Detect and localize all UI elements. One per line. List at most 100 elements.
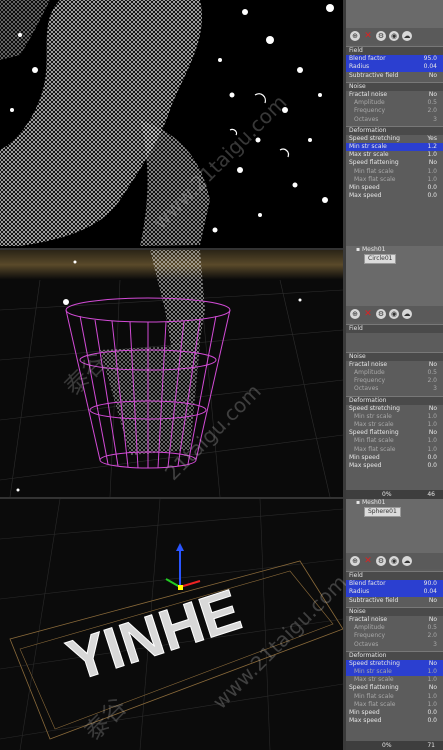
section-header[interactable]: Noise [346, 606, 443, 616]
property-row[interactable]: Blend factor 95.0 [346, 55, 443, 64]
property-row[interactable]: Min str scale 1.0 [346, 668, 443, 677]
section-header[interactable]: Deformation [346, 650, 443, 660]
property-value[interactable]: 90.0 [424, 580, 437, 588]
property-value[interactable]: 3 [433, 641, 437, 649]
property-row[interactable]: Max speed 0.0 [346, 192, 443, 200]
property-row[interactable] [346, 341, 443, 349]
property-row[interactable]: Frequency 2.0 [346, 632, 443, 640]
property-row[interactable]: Octaves 3 [346, 385, 443, 393]
viewport-splash[interactable] [0, 0, 343, 248]
property-value[interactable]: 2.0 [427, 632, 437, 640]
property-value[interactable]: No [429, 616, 437, 624]
property-value[interactable]: No [429, 684, 437, 692]
section-header[interactable]: Field [346, 324, 443, 334]
property-value[interactable]: 0.0 [427, 192, 437, 200]
gear-icon[interactable]: ⚙ [376, 556, 386, 566]
cloud-icon[interactable]: ☁ [402, 31, 412, 41]
property-value[interactable]: 1.2 [427, 143, 437, 151]
property-value[interactable]: 0.0 [427, 709, 437, 717]
globe-icon[interactable]: ⊕ [350, 309, 360, 319]
property-row[interactable]: Max speed 0.0 [346, 462, 443, 470]
property-value[interactable]: 1.0 [427, 168, 437, 176]
viewport-glass[interactable] [0, 250, 343, 497]
property-value[interactable]: No [429, 361, 437, 369]
eye-icon[interactable]: ◉ [389, 556, 399, 566]
property-value[interactable]: 0.5 [427, 99, 437, 107]
property-value[interactable]: 0.0 [427, 184, 437, 192]
globe-icon[interactable]: ⊕ [350, 31, 360, 41]
property-row[interactable]: Max str scale 1.0 [346, 676, 443, 684]
property-row[interactable]: Speed stretching Yes [346, 135, 443, 143]
section-header[interactable]: Field [346, 571, 443, 581]
property-value[interactable]: 1.0 [427, 701, 437, 709]
eye-icon[interactable]: ◉ [389, 309, 399, 319]
property-row[interactable]: Frequency 2.0 [346, 107, 443, 115]
property-row[interactable]: Min str scale 1.0 [346, 413, 443, 421]
property-row[interactable]: Min flat scale 1.0 [346, 168, 443, 176]
property-row[interactable]: Max flat scale 1.0 [346, 701, 443, 709]
property-value[interactable]: Yes [427, 135, 437, 143]
tree-node-child[interactable]: Circle01 [346, 254, 443, 264]
property-row[interactable]: Min flat scale 1.0 [346, 437, 443, 445]
property-value[interactable]: 1.0 [427, 176, 437, 184]
property-row[interactable]: Blend factor 90.0 [346, 580, 443, 589]
property-row[interactable]: Speed stretching No [346, 659, 443, 669]
property-row[interactable]: Octaves 3 [346, 116, 443, 124]
property-row[interactable]: Amplitude 0.5 [346, 99, 443, 107]
property-row[interactable]: Speed flattening No [346, 159, 443, 167]
property-value[interactable]: 1.0 [427, 446, 437, 454]
property-value[interactable]: 3 [433, 385, 437, 393]
property-value[interactable]: 1.0 [427, 413, 437, 421]
property-row[interactable]: Max speed 0.0 [346, 717, 443, 725]
property-row[interactable]: Octaves 3 [346, 641, 443, 649]
property-value[interactable]: 0.5 [427, 624, 437, 632]
property-row[interactable]: Speed flattening No [346, 684, 443, 692]
gear-icon[interactable]: ⚙ [376, 309, 386, 319]
eye-icon[interactable]: ◉ [389, 31, 399, 41]
property-row[interactable]: Fractal noise No [346, 616, 443, 624]
property-row[interactable]: Speed flattening No [346, 429, 443, 437]
cloud-icon[interactable]: ☁ [402, 556, 412, 566]
property-row[interactable]: Radius 0.04 [346, 588, 443, 597]
property-value[interactable]: No [429, 159, 437, 167]
property-value[interactable]: 1.0 [427, 151, 437, 159]
property-value[interactable]: 1.0 [427, 676, 437, 684]
property-row[interactable]: Min speed 0.0 [346, 184, 443, 192]
property-row[interactable]: Subtractive field No [346, 597, 443, 605]
property-value[interactable]: 0.04 [424, 588, 437, 596]
property-row[interactable]: Max str scale 1.0 [346, 151, 443, 159]
section-header[interactable]: Deformation [346, 125, 443, 135]
cloud-icon[interactable]: ☁ [402, 309, 412, 319]
property-row[interactable]: Min speed 0.0 [346, 709, 443, 717]
property-row[interactable]: Amplitude 0.5 [346, 624, 443, 632]
section-header[interactable]: Noise [346, 351, 443, 361]
property-value[interactable]: 0.04 [424, 63, 437, 71]
property-value[interactable]: 3 [433, 116, 437, 124]
property-value[interactable]: 0.0 [427, 454, 437, 462]
section-header[interactable]: Noise [346, 81, 443, 91]
gear-icon[interactable]: ⚙ [376, 31, 386, 41]
property-row[interactable] [346, 333, 443, 341]
delete-icon[interactable]: ✕ [363, 556, 373, 566]
property-value[interactable]: 2.0 [427, 107, 437, 115]
section-header[interactable]: Deformation [346, 395, 443, 405]
property-row[interactable]: Frequency 2.0 [346, 377, 443, 385]
tree-node-parent[interactable]: ▪ Mesh01 [346, 499, 443, 507]
property-row[interactable]: Min speed 0.0 [346, 454, 443, 462]
property-row[interactable]: Max flat scale 1.0 [346, 176, 443, 184]
tree-node-parent[interactable]: ▪ Mesh01 [346, 246, 443, 254]
property-row[interactable]: Amplitude 0.5 [346, 369, 443, 377]
property-value[interactable]: 1.0 [427, 421, 437, 429]
tree-node-child[interactable]: Sphere01 [346, 507, 443, 517]
delete-icon[interactable]: ✕ [363, 31, 373, 41]
viewport-text[interactable]: YINHE [0, 499, 343, 750]
property-value[interactable]: No [429, 660, 437, 668]
property-value[interactable]: 95.0 [424, 55, 437, 63]
property-value[interactable]: No [429, 597, 437, 605]
property-row[interactable]: Fractal noise No [346, 91, 443, 99]
property-value[interactable]: 2.0 [427, 377, 437, 385]
property-row[interactable]: Fractal noise No [346, 361, 443, 369]
property-row[interactable]: Max str scale 1.0 [346, 421, 443, 429]
property-row[interactable]: Min str scale 1.2 [346, 143, 443, 152]
property-value[interactable]: No [429, 72, 437, 80]
